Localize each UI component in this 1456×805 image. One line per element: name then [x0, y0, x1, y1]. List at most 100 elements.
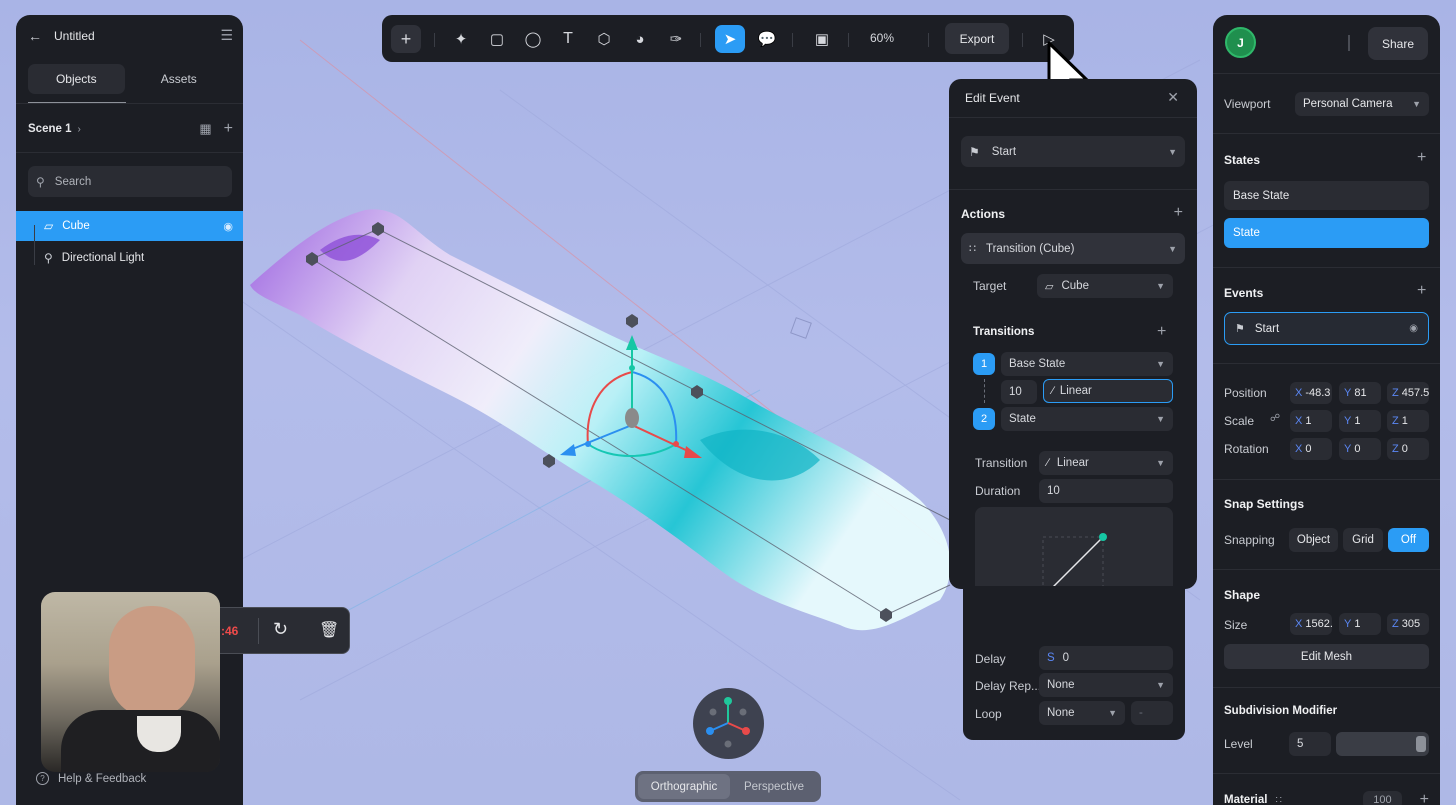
add-material-icon[interactable]: + — [1420, 792, 1429, 805]
document-title[interactable]: Untitled — [54, 29, 95, 43]
share-button[interactable]: Share — [1368, 27, 1428, 60]
material-title: Material — [1224, 794, 1268, 805]
transition-label: Transition — [975, 456, 1028, 470]
scale-x-input[interactable]: X1 — [1290, 410, 1332, 432]
object-item-directional-light[interactable]: ⚲ Directional Light — [16, 243, 243, 273]
rotation-z: 0 — [1401, 443, 1408, 455]
material-opacity[interactable]: 100 — [1363, 791, 1402, 805]
comment-tool-icon[interactable]: 💬 — [752, 25, 782, 53]
step-1-state-select[interactable]: Base State ▼ — [1001, 352, 1173, 376]
select-tool-icon[interactable]: ➤ — [715, 25, 745, 53]
object-item-cube[interactable]: ▱ Cube ◉ — [16, 211, 243, 241]
position-z-input[interactable]: Z 457.5 — [1387, 382, 1429, 404]
pen-tool-icon[interactable]: ✑ — [661, 25, 691, 53]
scene-name[interactable]: Scene 1 — [28, 123, 71, 135]
transition-easing-select[interactable]: ∕ Linear ▼ — [1039, 451, 1173, 475]
step-easing-value: Linear — [1059, 385, 1092, 397]
step-state: Base State — [1009, 358, 1066, 370]
duration-input[interactable]: 10 — [1039, 479, 1173, 503]
search-input[interactable]: ⚲ Search — [28, 166, 232, 197]
delay-repeat-select[interactable]: None ▼ — [1039, 673, 1173, 697]
action-value: Transition (Cube) — [986, 242, 1075, 255]
view-orientation-gizmo[interactable] — [693, 688, 764, 759]
ellipse-tool-icon[interactable]: ◯ — [518, 25, 548, 53]
add-action-icon[interactable]: + — [1174, 205, 1183, 221]
recording-timer: :46 — [221, 624, 239, 638]
orthographic-button[interactable]: Orthographic — [638, 774, 730, 799]
back-arrow-icon[interactable]: ← — [28, 28, 42, 44]
trigger-select[interactable]: ⚑ Start ▼ — [961, 136, 1185, 167]
flag-icon: ⚑ — [969, 144, 980, 159]
add-state-icon[interactable]: + — [1417, 150, 1426, 166]
snap-off-button[interactable]: Off — [1388, 528, 1429, 552]
rotation-z-input[interactable]: Z0 — [1387, 438, 1429, 460]
position-y-input[interactable]: Y 81 — [1339, 382, 1381, 404]
cube-tool-icon[interactable]: ⬡ — [589, 25, 619, 53]
grid-view-icon[interactable]: ▦ — [199, 121, 211, 137]
ai-sparkle-icon[interactable]: ✦ — [446, 25, 476, 53]
scale-y: 1 — [1354, 415, 1361, 427]
material-link-icon[interactable]: ∷ — [1275, 795, 1281, 805]
trash-icon[interactable]: 🗑 — [319, 620, 339, 640]
chevron-down-icon: ▼ — [1168, 243, 1177, 254]
tab-objects[interactable]: Objects — [28, 64, 125, 94]
rotation-y-input[interactable]: Y0 — [1339, 438, 1381, 460]
level-input[interactable]: 5 — [1289, 732, 1331, 756]
snap-settings-title: Snap Settings — [1224, 497, 1305, 511]
level-slider[interactable] — [1336, 732, 1429, 756]
export-button[interactable]: Export — [945, 23, 1009, 54]
scale-y-input[interactable]: Y1 — [1339, 410, 1381, 432]
step-number: 2 — [980, 413, 988, 425]
size-y-input[interactable]: Y1 — [1339, 613, 1381, 635]
help-feedback[interactable]: ? Help & Feedback — [36, 772, 146, 785]
close-icon[interactable]: ✕ — [1167, 89, 1179, 106]
tabs: Objects Assets — [28, 64, 233, 94]
scale-z-input[interactable]: Z1 — [1387, 410, 1429, 432]
snap-grid-button[interactable]: Grid — [1343, 528, 1383, 552]
text-tool-icon[interactable]: T — [553, 25, 583, 53]
tab-assets[interactable]: Assets — [125, 64, 233, 94]
snap-object-button[interactable]: Object — [1289, 528, 1338, 552]
position-x-input[interactable]: X -48.3 — [1290, 382, 1332, 404]
target-select[interactable]: ▱ Cube ▼ — [1037, 274, 1173, 298]
size-label: Size — [1224, 618, 1248, 632]
zoom-level[interactable]: 60% — [870, 31, 894, 45]
level-value: 5 — [1297, 738, 1304, 750]
view-mode-label: Perspective — [743, 780, 805, 793]
flag-icon: ⚑ — [1235, 323, 1245, 335]
delay-input[interactable]: S 0 — [1039, 646, 1173, 670]
step-2-state-select[interactable]: State ▼ — [1001, 407, 1173, 431]
size-z: 305 — [1401, 618, 1421, 630]
size-x-input[interactable]: X 1562. — [1290, 613, 1332, 635]
sphere-tool-icon[interactable]: ◕ — [625, 25, 655, 53]
add-event-icon[interactable]: + — [1417, 283, 1426, 299]
edit-mesh-button[interactable]: Edit Mesh — [1224, 644, 1429, 669]
chevron-right-icon[interactable]: › — [77, 124, 80, 135]
loop-count-input[interactable]: - — [1131, 701, 1173, 725]
event-item-start[interactable]: ⚑ Start ◉ — [1224, 312, 1429, 345]
left-header: ← Untitled ☰ — [28, 27, 233, 44]
action-select[interactable]: ∷ Transition (Cube) ▼ — [961, 233, 1185, 264]
restart-icon[interactable]: ↻ — [273, 619, 288, 640]
loop-select[interactable]: None ▼ — [1039, 701, 1125, 725]
step-easing-select[interactable]: ∕ Linear — [1043, 379, 1173, 403]
viewport-select[interactable]: Personal Camera ▼ — [1295, 92, 1429, 116]
recording-controls: :46 ↻ 🗑 — [200, 607, 350, 654]
step-duration-input[interactable]: 10 — [1001, 380, 1037, 404]
rectangle-tool-icon[interactable]: ▢ — [482, 25, 512, 53]
size-z-input[interactable]: Z 305 — [1387, 613, 1429, 635]
state-item-state[interactable]: State — [1224, 218, 1429, 248]
slider-handle[interactable] — [1416, 736, 1426, 752]
avatar[interactable]: J — [1225, 27, 1256, 58]
rotation-x-input[interactable]: X0 — [1290, 438, 1332, 460]
perspective-button[interactable]: Perspective — [730, 774, 818, 799]
event-settings-icon[interactable]: ◉ — [1409, 323, 1418, 334]
state-item-base[interactable]: Base State — [1224, 181, 1429, 210]
add-scene-icon[interactable]: + — [224, 121, 233, 137]
frame-tool-icon[interactable]: ▣ — [807, 25, 837, 53]
lock-icon[interactable]: ☍ — [1270, 413, 1280, 424]
visibility-icon[interactable]: ◉ — [223, 220, 233, 233]
add-button[interactable]: + — [391, 25, 421, 53]
menu-icon[interactable]: ☰ — [220, 27, 233, 44]
add-transition-icon[interactable]: + — [1157, 324, 1166, 340]
